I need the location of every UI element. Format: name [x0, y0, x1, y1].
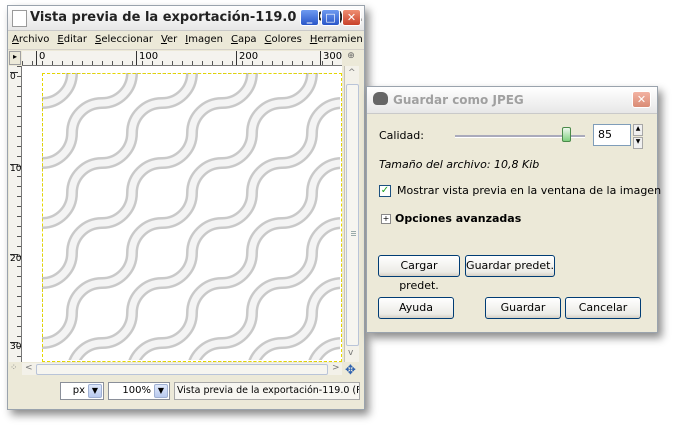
- vertical-scroll-thumb[interactable]: [346, 84, 359, 346]
- gimp-icon: [373, 92, 388, 105]
- ruler-label: 100: [136, 51, 158, 65]
- save-defaults-button[interactable]: Guardar predet.: [465, 255, 555, 277]
- advanced-options-expander[interactable]: Opciones avanzadas: [395, 212, 521, 225]
- quality-slider-thumb[interactable]: [562, 127, 571, 142]
- pointer-corner-icon: ⁘: [10, 363, 18, 373]
- statusbar: px ▼ 100% ▼ Vista previa de la exportaci…: [8, 378, 364, 406]
- quick-mask-toggle[interactable]: ▸: [9, 51, 21, 65]
- image-canvas[interactable]: [22, 66, 342, 362]
- ruler-label: 300: [320, 51, 342, 65]
- quality-input[interactable]: 85: [593, 124, 631, 146]
- vertical-scrollbar[interactable]: ^ v: [344, 66, 359, 362]
- horizontal-scroll-thumb[interactable]: [36, 364, 328, 375]
- increment-icon[interactable]: ▲: [633, 124, 643, 136]
- unit-value: px: [72, 385, 85, 396]
- preview-checkbox[interactable]: ✓: [379, 185, 391, 197]
- save-jpeg-dialog: Guardar como JPEG ✕ Calidad: 85 ▲ ▼ Tama…: [366, 86, 661, 333]
- quality-stepper[interactable]: ▲ ▼: [633, 124, 643, 149]
- menu-seleccionar[interactable]: Seleccionar: [91, 31, 157, 45]
- image-boundary: [42, 73, 342, 362]
- scroll-right-icon[interactable]: >: [332, 363, 340, 373]
- dialog-titlebar[interactable]: Guardar como JPEG ✕: [367, 87, 657, 114]
- navigate-icon[interactable]: ✥: [345, 363, 356, 378]
- scroll-up-icon[interactable]: ^: [348, 68, 356, 78]
- close-button[interactable]: ✕: [342, 9, 361, 26]
- cancel-button[interactable]: Cancelar: [565, 297, 641, 319]
- zoom-value: 100%: [122, 385, 151, 396]
- chevron-down-icon: ▼: [88, 384, 102, 398]
- file-size-text: Tamaño del archivo: 10,8 Kib: [379, 158, 540, 171]
- minimize-button[interactable]: _: [300, 9, 319, 26]
- zoom-select[interactable]: 100% ▼: [108, 382, 170, 400]
- menu-colores[interactable]: Colores: [261, 31, 306, 45]
- vertical-ruler[interactable]: 0 100 200 300: [9, 66, 22, 362]
- decrement-icon[interactable]: ▼: [633, 137, 643, 149]
- chevron-down-icon: ▼: [154, 384, 168, 398]
- menu-herramientas[interactable]: Herramien: [306, 31, 364, 45]
- menu-imagen[interactable]: Imagen: [181, 31, 227, 45]
- scroll-down-icon[interactable]: v: [348, 348, 353, 358]
- maximize-button[interactable]: □: [321, 9, 340, 26]
- load-defaults-button[interactable]: Cargar predet.: [378, 255, 460, 292]
- ruler-label: 200: [10, 254, 22, 264]
- quality-label: Calidad:: [379, 129, 424, 142]
- ruler-label: 300: [10, 342, 22, 352]
- unit-select[interactable]: px ▼: [60, 382, 104, 400]
- help-button[interactable]: Ayuda: [378, 297, 454, 319]
- ruler-label: 200: [236, 51, 258, 65]
- preview-checkbox-label[interactable]: Mostrar vista previa en la ventana de la…: [397, 184, 661, 197]
- scroll-left-icon[interactable]: <: [25, 363, 33, 373]
- ruler-label: 100: [10, 164, 22, 174]
- menubar: Archivo Editar Seleccionar Ver Imagen Capa Col…: [8, 31, 364, 50]
- status-text: Vista previa de la exportación-119.0 (RG…: [174, 382, 360, 400]
- zoom-fit-icon[interactable]: ⊕: [344, 51, 358, 65]
- dialog-title: Guardar como JPEG: [393, 93, 524, 107]
- menu-capa[interactable]: Capa: [227, 31, 261, 45]
- grip-icon: [351, 231, 356, 237]
- horizontal-ruler[interactable]: 0 100 200 300: [22, 51, 342, 66]
- menu-editar[interactable]: Editar: [53, 31, 91, 45]
- save-button[interactable]: Guardar: [485, 297, 561, 319]
- menu-archivo[interactable]: Archivo: [8, 31, 53, 45]
- dialog-close-button[interactable]: ✕: [632, 91, 651, 108]
- menu-ver[interactable]: Ver: [157, 31, 181, 45]
- image-window: Vista previa de la exportación-119.0 (RG…: [7, 5, 365, 410]
- ruler-label: 0: [10, 72, 18, 82]
- horizontal-scrollbar[interactable]: < >: [22, 363, 342, 375]
- document-icon: [12, 10, 27, 27]
- image-window-titlebar[interactable]: Vista previa de la exportación-119.0 (RG…: [8, 6, 364, 31]
- ruler-label: 0: [36, 51, 45, 65]
- expander-icon[interactable]: +: [381, 214, 391, 224]
